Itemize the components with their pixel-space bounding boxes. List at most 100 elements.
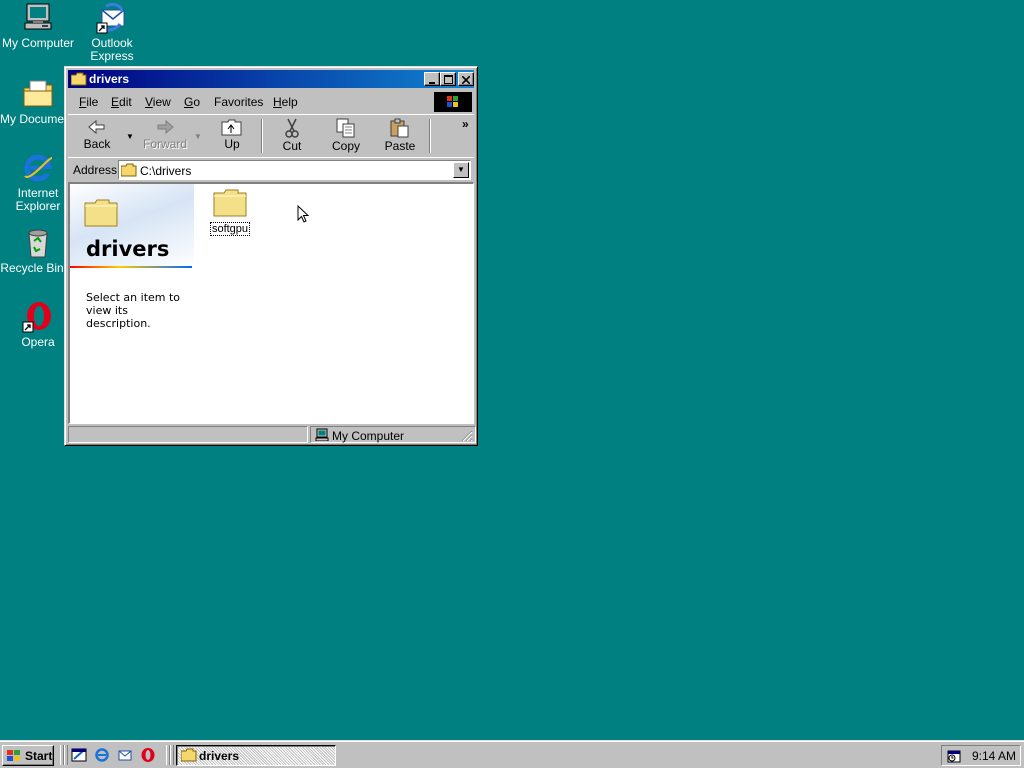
minimize-button[interactable] — [424, 72, 440, 86]
chevron-down-icon: ▼ — [457, 165, 465, 174]
address-dropdown-button[interactable]: ▼ — [453, 162, 469, 178]
window-title: drivers — [89, 72, 130, 86]
menu-file[interactable]: File — [79, 95, 98, 109]
menu-go[interactable]: Go — [184, 95, 200, 109]
copy-button[interactable]: Copy — [319, 118, 373, 154]
opera-icon — [22, 302, 51, 333]
desktop-icon-label: Outlook Express — [90, 37, 134, 63]
desktop-icon-label: My Documents — [0, 113, 64, 126]
menu-label: iew — [152, 95, 171, 109]
taskbar-button-label: drivers — [199, 749, 240, 763]
toolbar-chevron[interactable]: » — [462, 117, 469, 131]
back-dropdown-icon[interactable]: ▼ — [126, 132, 134, 141]
show-desktop-icon[interactable] — [71, 747, 87, 763]
status-pane-main — [68, 426, 308, 443]
menu-label: dit — [119, 95, 132, 109]
up-label: Up — [224, 137, 240, 151]
toolbar-grip[interactable] — [64, 745, 68, 765]
resize-grip-icon[interactable] — [461, 430, 473, 442]
folder-icon — [181, 748, 197, 762]
panel-folder-title: drivers — [86, 237, 170, 261]
status-bar: My Computer — [68, 426, 476, 443]
menu-accel: G — [184, 95, 194, 109]
folder-item-softgpu[interactable]: softgpu — [208, 188, 252, 236]
forward-button[interactable]: Forward — [138, 118, 192, 154]
start-button[interactable]: Start — [2, 745, 54, 766]
toolbar-separator — [429, 119, 431, 153]
my-computer-icon — [24, 3, 52, 30]
menu-bar: File Edit View Go Favorites Help — [68, 90, 474, 112]
panel-description: Select an item to view its description. — [86, 291, 181, 330]
address-value: C:\drivers — [140, 164, 192, 178]
my-documents-icon — [23, 80, 53, 107]
menu-favorites[interactable]: Favorites — [214, 95, 263, 109]
paste-icon — [390, 118, 409, 138]
desktop-icon-my-computer[interactable]: My Computer — [0, 2, 76, 50]
up-button[interactable]: Up — [205, 118, 259, 154]
menu-accel: H — [273, 95, 282, 109]
windows-logo-icon — [7, 750, 20, 761]
opera-icon[interactable] — [140, 747, 156, 763]
title-bar[interactable]: drivers — [68, 70, 474, 88]
paste-button[interactable]: Paste — [373, 118, 427, 154]
status-pane-location: My Computer — [310, 426, 476, 443]
standard-toolbar: Back ▼ Forward ▼ Up Cut Copy Paste » — [68, 114, 474, 158]
start-label: Start — [25, 749, 53, 763]
menu-accel: E — [111, 95, 120, 109]
menu-help[interactable]: Help — [273, 95, 298, 109]
outlook-express-icon — [96, 2, 125, 34]
copy-icon — [336, 118, 355, 138]
back-button[interactable]: Back — [70, 118, 124, 154]
menu-label: ile — [86, 95, 99, 109]
menu-label: elp — [281, 95, 298, 109]
system-tray: 9:14 AM — [941, 745, 1021, 766]
minimize-icon — [429, 82, 435, 84]
panel-divider — [70, 266, 192, 268]
taskbar-button-drivers[interactable]: drivers — [176, 745, 336, 766]
clock[interactable]: 9:14 AM — [972, 749, 1016, 763]
menu-edit[interactable]: Edit — [111, 95, 132, 109]
menu-view[interactable]: View — [145, 95, 171, 109]
maximize-icon — [443, 75, 453, 84]
windows-logo-throbber — [434, 92, 472, 112]
address-label: Address — [73, 163, 118, 177]
folder-item-label: softgpu — [209, 222, 251, 236]
address-bar: Address C:\drivers ▼ — [68, 157, 474, 183]
folder-icon — [121, 163, 137, 177]
paste-label: Paste — [384, 139, 416, 153]
toolbar-separator — [261, 119, 263, 153]
close-button[interactable] — [458, 72, 474, 86]
status-location-text: My Computer — [332, 429, 405, 443]
scissors-icon — [285, 118, 299, 138]
back-arrow-icon — [88, 119, 105, 135]
recycle-bin-icon — [28, 229, 48, 258]
forward-arrow-icon — [157, 119, 174, 135]
taskbar: Start drivers 9:14 AM — [0, 740, 1024, 768]
forward-label: Forward — [142, 137, 187, 151]
folder-icon — [84, 199, 118, 227]
menu-accel: V — [145, 95, 153, 109]
my-computer-icon — [315, 428, 329, 441]
scheduled-tasks-icon[interactable] — [946, 748, 962, 764]
folder-view[interactable]: drivers Select an item to view its descr… — [68, 182, 474, 424]
up-folder-icon — [221, 119, 242, 136]
cut-button[interactable]: Cut — [265, 118, 319, 154]
cut-label: Cut — [282, 139, 302, 153]
mouse-pointer-icon — [297, 205, 309, 223]
folder-info-panel: drivers Select an item to view its descr… — [70, 184, 194, 423]
address-field[interactable]: C:\drivers ▼ — [118, 160, 471, 180]
maximize-button[interactable] — [440, 72, 456, 86]
internet-explorer-icon — [24, 154, 53, 182]
close-icon — [461, 75, 471, 85]
folder-icon — [213, 189, 247, 217]
desktop-icon-label: Recycle Bin — [0, 262, 64, 275]
outlook-express-icon[interactable] — [117, 747, 133, 763]
back-label: Back — [83, 137, 111, 151]
forward-dropdown-icon[interactable]: ▼ — [194, 132, 202, 141]
desktop-icon-outlook-express[interactable]: Outlook Express — [74, 2, 150, 63]
menu-label: o — [193, 95, 201, 109]
toolbar-grip[interactable] — [170, 745, 174, 765]
internet-explorer-icon[interactable] — [94, 747, 110, 763]
folder-icon — [71, 72, 87, 86]
desktop-icon-label: Internet Explorer — [15, 187, 61, 213]
